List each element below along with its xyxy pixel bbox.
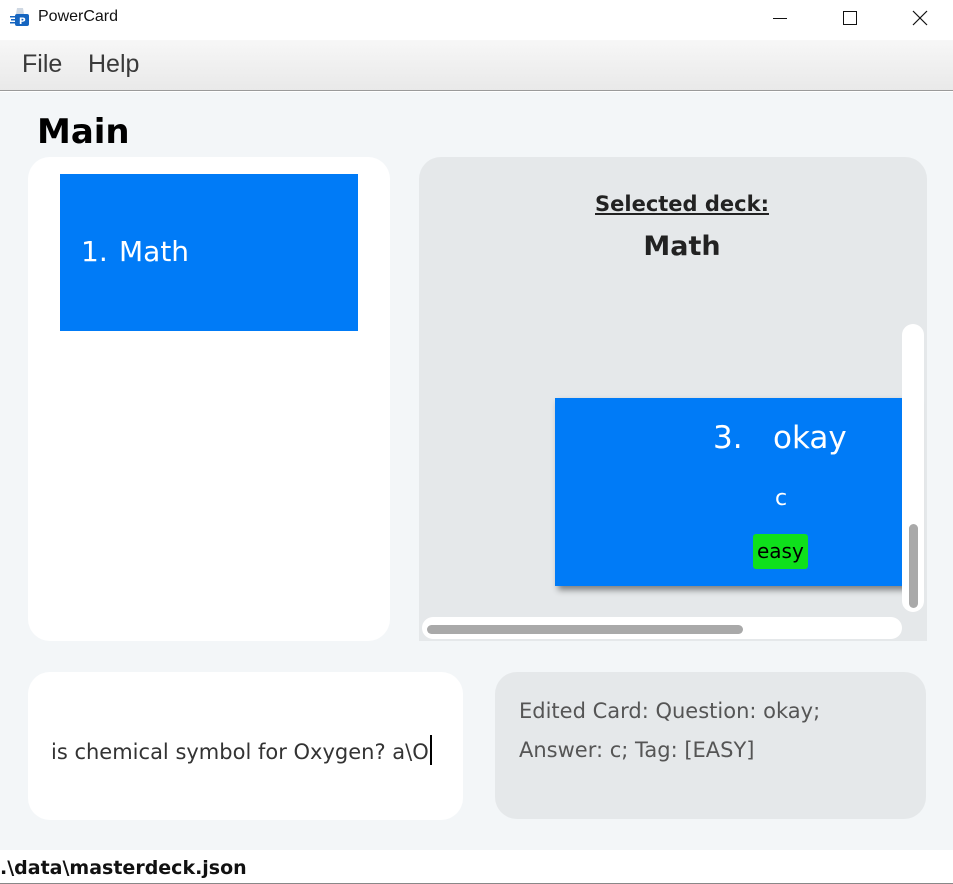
main-area: Main 1. Math Selected deck: Math 3. okay… <box>0 92 953 850</box>
app-icon: P <box>9 6 31 28</box>
text-caret <box>429 735 432 765</box>
menu-bar: File Help <box>0 40 953 91</box>
result-text: Edited Card: Question: okay; Answer: c; … <box>519 699 821 762</box>
deck-view-panel: Selected deck: Math 3. okay c easy <box>419 157 927 641</box>
deck-name: Math <box>119 235 190 268</box>
card-answer: c <box>775 486 788 511</box>
command-box: is chemical symbol for Oxygen? a\O <box>28 672 463 820</box>
title-bar: P PowerCard <box>0 0 953 38</box>
command-input-value: is chemical symbol for Oxygen? a\O <box>51 740 429 764</box>
page-title: Main <box>37 112 130 152</box>
card-index: 3. <box>713 420 743 456</box>
deck-list-item[interactable]: 1. Math <box>60 174 358 331</box>
deck-index: 1. <box>81 235 108 268</box>
selected-deck-label: Selected deck: <box>595 192 769 216</box>
vertical-scroll-thumb[interactable] <box>909 524 918 608</box>
maximize-icon <box>843 11 857 25</box>
vertical-scrollbar[interactable] <box>902 324 924 612</box>
horizontal-scroll-thumb[interactable] <box>427 625 743 634</box>
menu-file[interactable]: File <box>22 50 62 79</box>
command-input[interactable]: is chemical symbol for Oxygen? a\O <box>51 735 432 765</box>
menu-help[interactable]: Help <box>88 50 139 79</box>
close-button[interactable] <box>885 0 953 36</box>
flashcard[interactable]: 3. okay c easy <box>555 398 915 586</box>
minimize-icon <box>773 18 787 19</box>
deck-list-panel: 1. Math <box>28 157 390 641</box>
close-icon <box>912 10 928 26</box>
status-file-path: .\data\masterdeck.json <box>0 857 247 879</box>
selected-deck-name: Math <box>643 231 721 262</box>
card-question: okay <box>773 420 847 456</box>
svg-text:P: P <box>19 17 26 27</box>
status-bar: .\data\masterdeck.json <box>0 850 953 884</box>
window-title: PowerCard <box>38 8 119 25</box>
result-display: Edited Card: Question: okay; Answer: c; … <box>495 672 926 819</box>
card-tag-badge: easy <box>753 534 808 569</box>
horizontal-scrollbar[interactable] <box>422 617 902 639</box>
maximize-button[interactable] <box>815 0 885 36</box>
minimize-button[interactable] <box>745 0 815 36</box>
